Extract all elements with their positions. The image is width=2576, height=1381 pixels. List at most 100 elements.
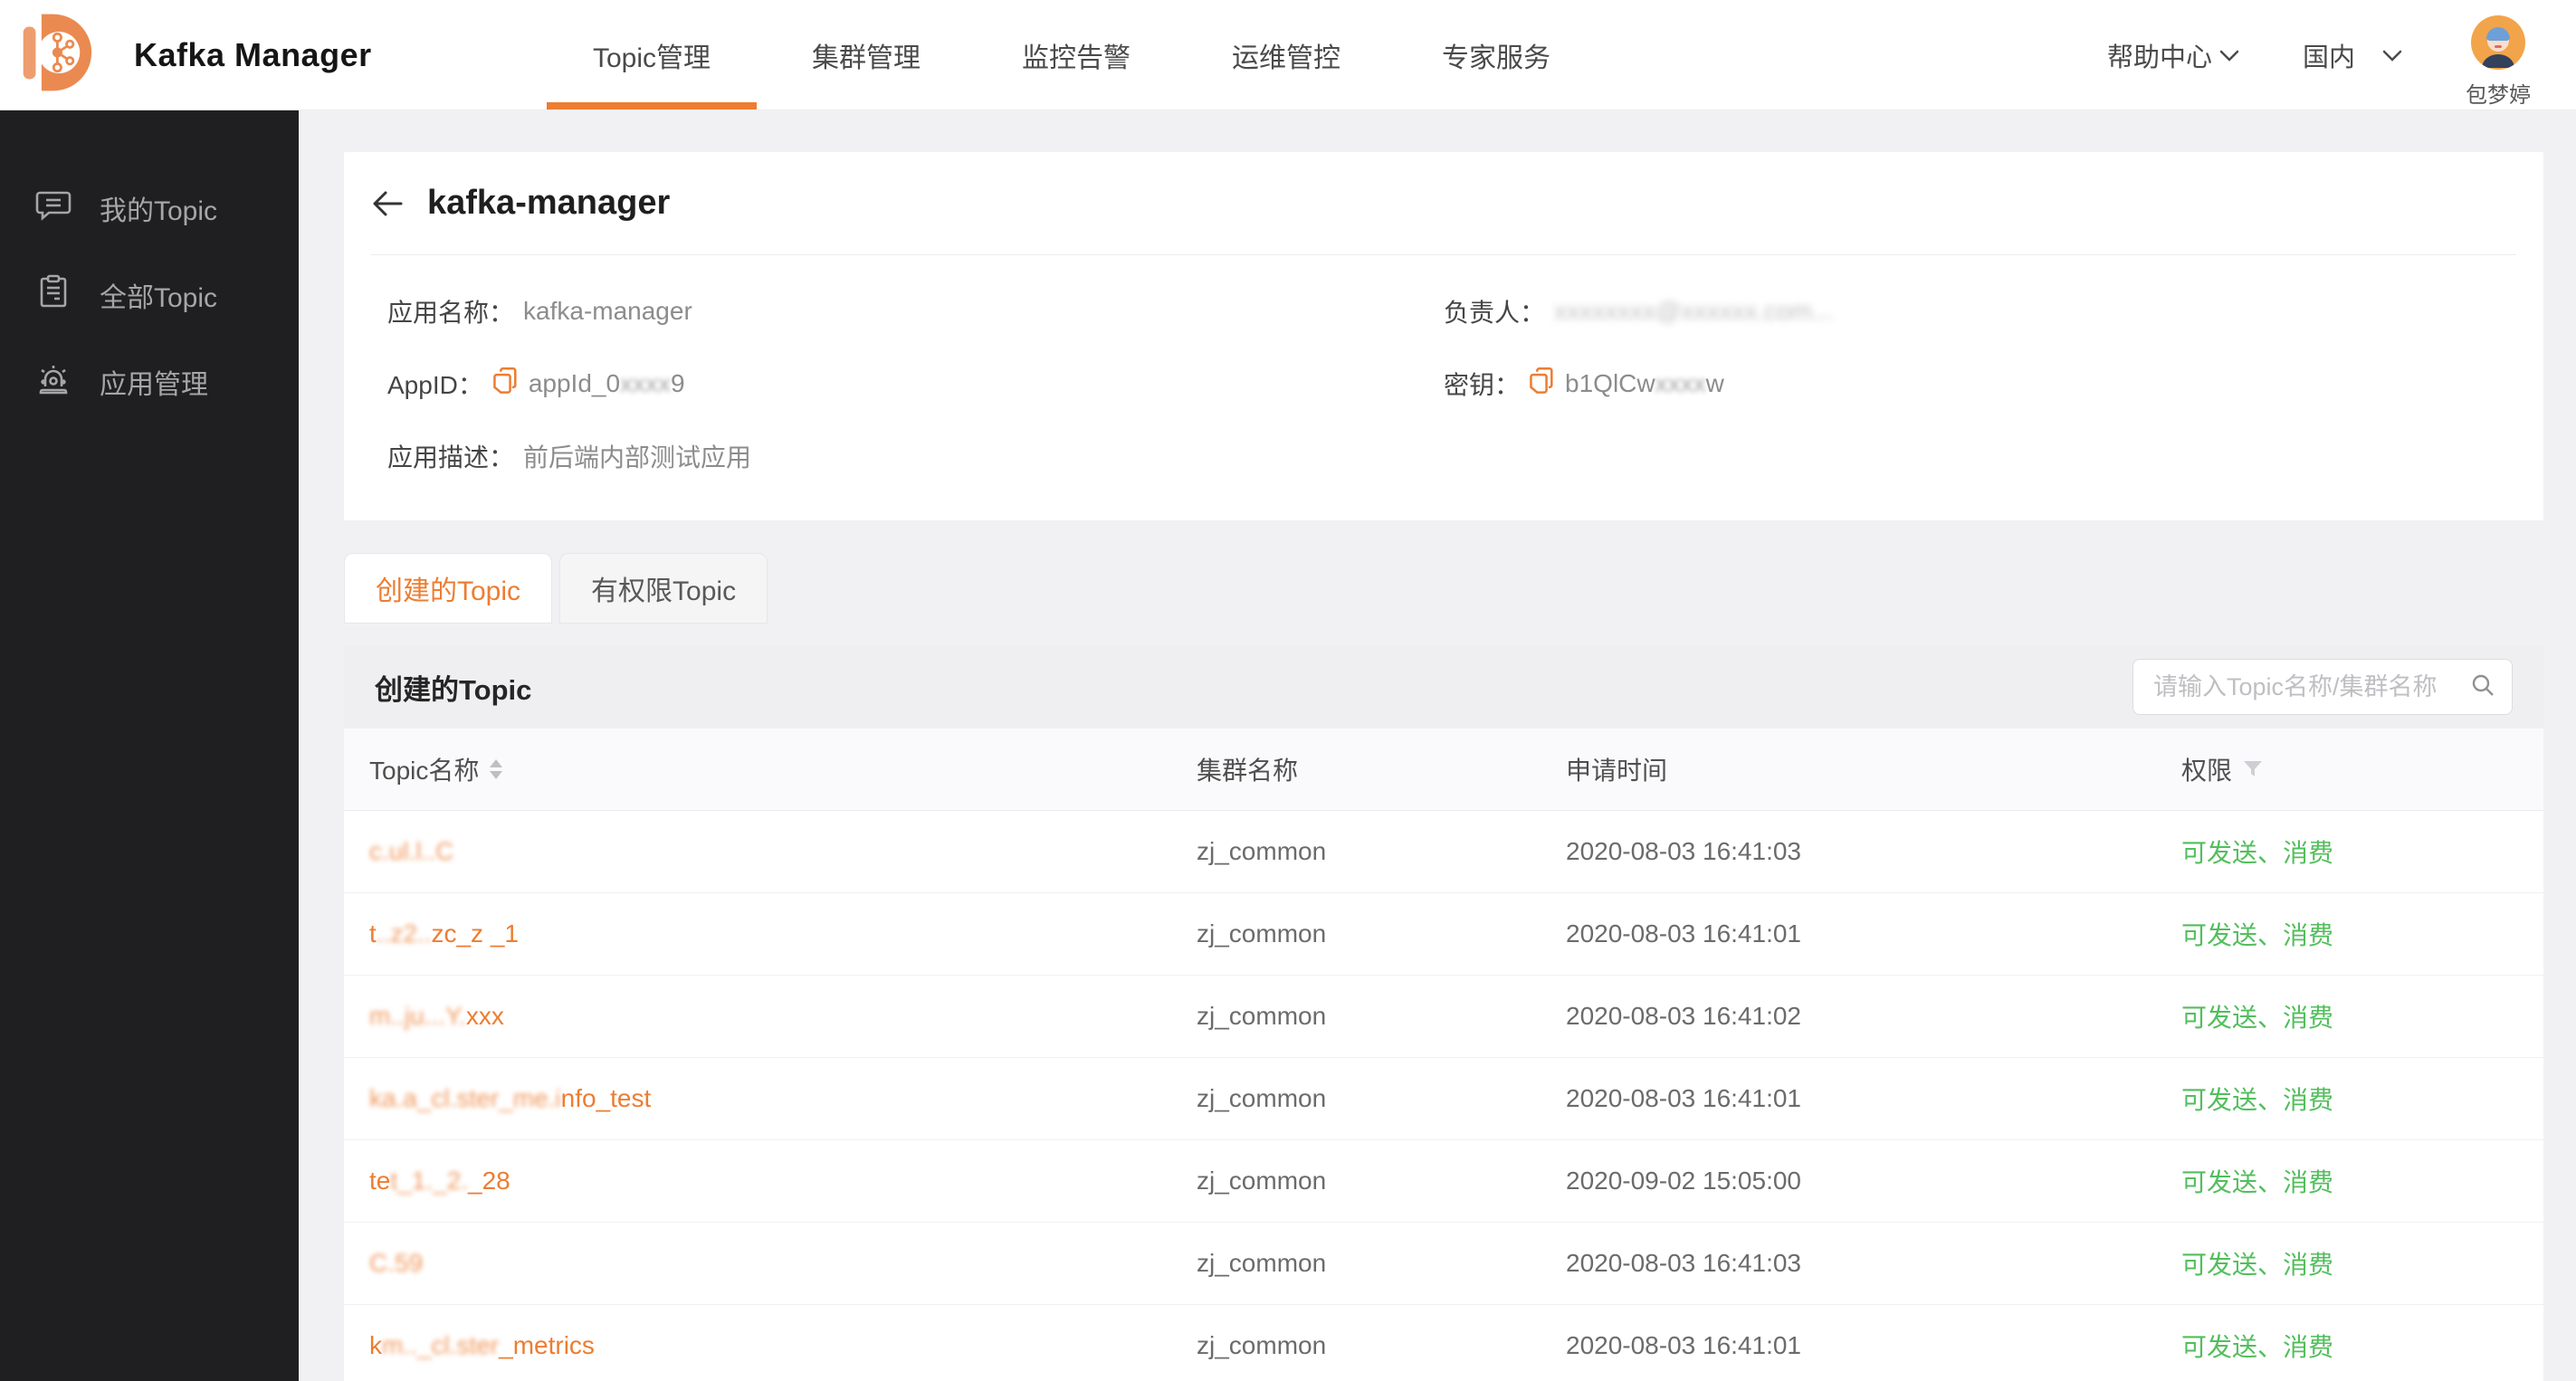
sidebar-item-app-management[interactable]: 应用管理: [0, 358, 299, 405]
cluster-name-cell: zj_common: [1197, 1084, 1327, 1112]
chevron-down-icon: [2219, 40, 2239, 70]
panel-header: 创建的Topic: [344, 645, 2543, 729]
tab-created-topic[interactable]: 创建的Topic: [344, 553, 553, 624]
nav-tab-label: 运维管控: [1232, 43, 1341, 73]
permission-cell: 可发送、消费: [2181, 1333, 2334, 1361]
topic-name-link[interactable]: tet_1._2._28: [369, 1167, 510, 1195]
app-detail-header: kafka-manager: [371, 152, 2516, 255]
topic-search-input[interactable]: [2151, 671, 2470, 702]
permission-cell: 可发送、消费: [2181, 1251, 2334, 1279]
brand: Kafka Manager: [20, 11, 372, 99]
app-title: Kafka Manager: [134, 35, 372, 73]
permission-cell: 可发送、消费: [2181, 839, 2334, 867]
field-label: AppID：: [387, 371, 483, 399]
cluster-name-cell: zj_common: [1197, 1167, 1327, 1195]
user-menu[interactable]: 包梦婷: [2466, 15, 2531, 109]
topic-search-box[interactable]: [2132, 659, 2513, 715]
topic-name-link[interactable]: c.ul.l..C: [369, 837, 453, 865]
field-app-name: 应用名称： kafka-manager: [387, 293, 1444, 329]
field-value: 前后端内部测试应用: [523, 443, 752, 471]
column-header-topic-name: Topic名称: [369, 751, 1197, 787]
table-row: ka.a_cl.ster_me.info_test zj_common 2020…: [344, 1058, 2543, 1140]
chevron-down-icon: [2382, 40, 2402, 70]
search-icon[interactable]: [2470, 672, 2495, 702]
apply-time-cell: 2020-08-03 16:41:03: [1566, 1249, 1801, 1277]
help-center-label: 帮助中心: [2106, 43, 2212, 72]
copy-icon[interactable]: [1529, 367, 1556, 402]
apply-time-cell: 2020-08-03 16:41:01: [1566, 1331, 1801, 1359]
sidebar-item-all-topic[interactable]: 全部Topic: [0, 271, 299, 319]
field-label: 应用描述：: [387, 443, 515, 471]
column-header-apply-time: 申请时间: [1566, 757, 1668, 785]
field-label: 应用名称：: [387, 299, 515, 327]
topic-tabs: 创建的Topic 有权限Topic: [344, 553, 2543, 624]
topic-name-link[interactable]: ka.a_cl.ster_me.info_test: [369, 1084, 651, 1112]
cluster-name-cell: zj_common: [1197, 1249, 1327, 1277]
table-row: C.59 zj_common 2020-08-03 16:41:03 可发送、消…: [344, 1223, 2543, 1305]
nav-tab-monitor-alert[interactable]: 监控告警: [1022, 0, 1131, 110]
main-nav: Topic管理 集群管理 监控告警 运维管控 专家服务: [546, 0, 1550, 110]
cluster-name-cell: zj_common: [1197, 837, 1327, 865]
nav-tab-cluster-management[interactable]: 集群管理: [812, 0, 921, 110]
copy-icon[interactable]: [492, 367, 520, 402]
nav-tab-topic-management[interactable]: Topic管理: [546, 0, 758, 110]
region-selector[interactable]: 国内: [2303, 36, 2402, 74]
permission-cell: 可发送、消费: [2181, 1168, 2334, 1196]
top-header: Kafka Manager Topic管理 集群管理 监控告警 运维管控 专家服…: [0, 0, 2576, 110]
nav-tab-ops-control[interactable]: 运维管控: [1232, 0, 1340, 110]
permission-cell: 可发送、消费: [2181, 1086, 2334, 1114]
topic-table-body: c.ul.l..C zj_common 2020-08-03 16:41:03 …: [344, 811, 2543, 1381]
nav-tab-label: 专家服务: [1442, 43, 1551, 73]
sidebar-item-label: 应用管理: [100, 370, 208, 400]
table-row: tet_1._2._28 zj_common 2020-09-02 15:05:…: [344, 1140, 2543, 1223]
column-header-cluster-name: 集群名称: [1197, 757, 1299, 785]
table-row: km.._cl.ster_metrics zj_common 2020-08-0…: [344, 1305, 2543, 1381]
apply-time-cell: 2020-09-02 15:05:00: [1566, 1167, 1801, 1195]
cluster-name-cell: zj_common: [1197, 1331, 1327, 1359]
secret-value: b1QlCwxxxxw: [1565, 369, 1724, 397]
sort-icon[interactable]: [490, 759, 503, 779]
field-owner: 负责人： xxxxxxxx@xxxxxx.com...: [1444, 293, 2543, 329]
sidebar-item-label: 全部Topic: [100, 283, 218, 313]
app-detail-fields: 应用名称： kafka-manager 负责人： xxxxxxxx@xxxxxx…: [344, 255, 2543, 474]
avatar: [2471, 15, 2525, 74]
region-label: 国内: [2302, 43, 2355, 72]
table-row: t..z2..zc_z _1 zj_common 2020-08-03 16:4…: [344, 893, 2543, 976]
panel-title: 创建的Topic: [375, 673, 532, 706]
nav-tab-label: 监控告警: [1022, 43, 1131, 73]
created-topic-panel: 创建的Topic Topic名称 集群名称 申: [344, 645, 2543, 1381]
field-label: 负责人：: [1444, 299, 1546, 327]
sidebar-item-my-topic[interactable]: 我的Topic: [0, 185, 299, 232]
apply-time-cell: 2020-08-03 16:41:03: [1566, 837, 1801, 865]
cluster-name-cell: zj_common: [1197, 919, 1327, 948]
topic-name-link[interactable]: C.59: [369, 1249, 423, 1277]
apply-time-cell: 2020-08-03 16:41:02: [1566, 1002, 1801, 1030]
nav-tab-expert-service[interactable]: 专家服务: [1442, 0, 1550, 110]
chat-bubble-icon: [34, 186, 72, 231]
sidebar-item-label: 我的Topic: [100, 196, 218, 226]
tab-label: 有权限Topic: [591, 576, 737, 606]
app-detail-card: kafka-manager 应用名称： kafka-manager 负责人： x…: [344, 152, 2543, 520]
cluster-name-cell: zj_common: [1197, 1002, 1327, 1030]
nav-tab-label: Topic管理: [593, 43, 711, 73]
permission-cell: 可发送、消费: [2181, 921, 2334, 949]
header-right: 帮助中心 国内 包梦婷: [2107, 1, 2531, 109]
sidebar: 我的Topic 全部Topic 应用管理: [0, 110, 299, 1381]
table-row: m..ju...Y.xxx zj_common 2020-08-03 16:41…: [344, 976, 2543, 1058]
back-arrow-icon[interactable]: [371, 190, 404, 217]
help-center-menu[interactable]: 帮助中心: [2107, 36, 2239, 74]
topic-name-link[interactable]: t..z2..zc_z _1: [369, 919, 519, 948]
topic-name-link[interactable]: km.._cl.ster_metrics: [369, 1331, 595, 1359]
table-header-row: Topic名称 集群名称 申请时间 权限: [344, 729, 2543, 811]
filter-icon[interactable]: [2243, 760, 2263, 778]
clipboard-icon: [34, 272, 72, 318]
apply-time-cell: 2020-08-03 16:41:01: [1566, 919, 1801, 948]
apply-time-cell: 2020-08-03 16:41:01: [1566, 1084, 1801, 1112]
appid-value: appId_0xxxx9: [528, 369, 685, 397]
field-value: kafka-manager: [523, 297, 692, 325]
field-label: 密钥：: [1444, 371, 1521, 399]
tab-authorized-topic[interactable]: 有权限Topic: [559, 553, 768, 624]
table-row: c.ul.l..C zj_common 2020-08-03 16:41:03 …: [344, 811, 2543, 893]
topic-name-link[interactable]: m..ju...Y.xxx: [369, 1002, 504, 1030]
permission-cell: 可发送、消费: [2181, 1004, 2334, 1032]
